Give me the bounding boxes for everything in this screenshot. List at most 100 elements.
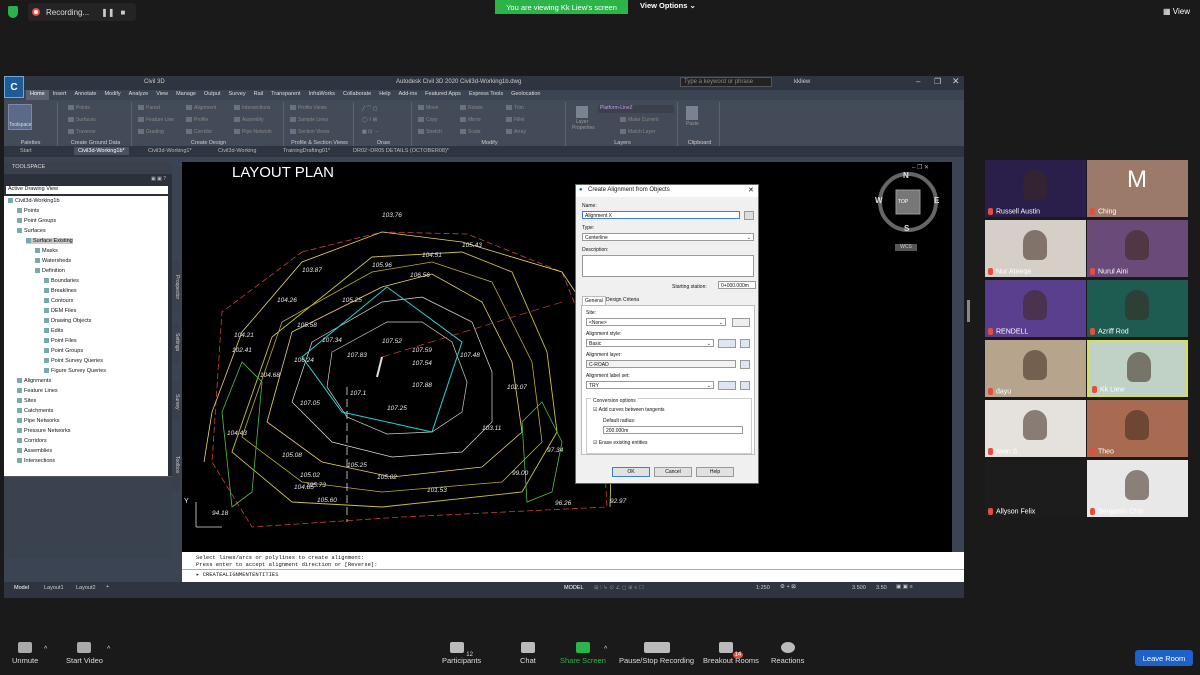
compass-west[interactable]: W [875,196,883,205]
leave-room-button[interactable]: Leave Room [1135,650,1193,666]
user-name[interactable]: kkliew [794,79,810,85]
erase-entities-checkbox[interactable]: ☑ Erase existing entities [593,440,648,446]
tab-general[interactable]: General [582,296,606,305]
surfaces-button[interactable]: Surfaces [68,117,96,123]
scale-button[interactable]: Scale [460,129,481,135]
security-shield-icon[interactable] [8,6,18,18]
ribbon-tab-express-tools[interactable]: Express Tools [465,90,507,100]
tree-item[interactable]: Definition [35,268,65,274]
model-space-toggle[interactable]: MODEL [564,585,584,591]
tab-design-criteria[interactable]: Design Criteria [606,297,639,303]
labelset-edit-icon[interactable] [718,381,736,390]
viewport-controls[interactable]: – ❐ ✕ [912,164,929,171]
arc-tool-icon[interactable]: ◯ ⌇ ⊞ [362,117,377,123]
civil3d-app-logo[interactable]: C [4,76,24,98]
stop-recording-icon[interactable]: ■ [121,8,126,17]
ribbon-tab-add-ins[interactable]: Add-ins [395,90,422,100]
tree-item[interactable]: Civil3d-Working1b [8,198,60,204]
view-button[interactable]: ▦ View [1163,7,1190,16]
breakout-rooms-button[interactable]: 14 Breakout Rooms [703,642,759,665]
mirror-button[interactable]: Mirror [460,117,481,123]
default-radius-input[interactable]: 200.000m [603,426,743,434]
feature-line-button[interactable]: Feature Line [138,117,174,123]
tree-item[interactable]: Points [17,208,39,214]
ribbon-tab-insert[interactable]: Insert [49,90,71,100]
participant-tile[interactable]: M Ching [1087,160,1188,217]
video-options-chevron-icon[interactable]: ^ [107,646,110,653]
hatch-tool-icon[interactable]: ▦ ⊡ ⋯ [362,129,379,135]
dialog-close-icon[interactable]: ✕ [748,186,754,194]
help-button[interactable]: Help [696,467,734,477]
workspace-selector[interactable]: Civil 3D [144,79,165,85]
tree-item[interactable]: Catchments [17,408,53,414]
tree-item[interactable]: Surfaces [17,228,46,234]
participant-tile[interactable]: Nur Ateeqa [985,220,1086,277]
alignment-style-select[interactable]: Basic ⌄ [586,339,714,347]
viewcube-top[interactable]: TOP [898,199,908,205]
toolspace-view-select[interactable]: Active Drawing View [6,186,168,194]
customize-icon[interactable]: ▣ ▣ ≡ [896,584,913,590]
tree-item[interactable]: Watersheds [35,258,71,264]
tree-item[interactable]: Edits [44,328,63,334]
tree-item[interactable]: Sites [17,398,36,404]
paste-button[interactable]: Paste [686,106,699,127]
participant-tile[interactable]: Iwan S. [985,400,1086,457]
tree-item[interactable]: Point Survey Queries [44,358,103,364]
compass-south[interactable]: S [904,224,909,233]
fillet-button[interactable]: Fillet [506,117,525,123]
profile-views-button[interactable]: Profile Views [290,105,327,111]
gear-icon[interactable]: ⚙ + ⊠ [780,584,796,590]
document-tab[interactable]: Civil3d-Working1b* [74,147,129,155]
side-tab-survey[interactable]: Survey [172,382,180,422]
style-pick-icon[interactable] [740,339,750,348]
tree-item[interactable]: Point Groups [44,348,83,354]
tree-item[interactable]: Contours [44,298,73,304]
copy-button[interactable]: Copy [418,117,438,123]
pause-stop-recording-button[interactable]: Pause/Stop Recording [619,642,694,665]
tree-item[interactable]: Intersections [17,458,55,464]
unmute-button[interactable]: Unmute [12,642,38,665]
tree-item[interactable]: Alignments [17,378,51,384]
navigation-toolbar[interactable] [952,162,964,572]
tree-item[interactable]: DEM Files [44,308,76,314]
pause-recording-icon[interactable]: ❚❚ [101,8,114,17]
make-current-button[interactable]: Make Current [620,117,658,123]
tree-item[interactable]: Corridors [17,438,47,444]
corridor-button[interactable]: Corridor [186,129,212,135]
tab-layout2[interactable]: Layout2 [76,585,96,591]
ribbon-tab-output[interactable]: Output [200,90,225,100]
sample-lines-button[interactable]: Sample Lines [290,117,328,123]
tree-item[interactable]: Figure Survey Queries [44,368,106,374]
line-tool-icon[interactable]: ╱ ⌒ ▢ [362,105,378,112]
starting-station-input[interactable]: 0+000.000m [718,281,756,289]
match-layer-button[interactable]: Match Layer [620,129,656,135]
points-button[interactable]: Points [68,105,90,111]
ribbon-tab-home[interactable]: Home [26,90,49,100]
share-screen-button[interactable]: Share Screen [560,642,606,665]
tree-item[interactable]: Pipe Networks [17,418,59,424]
add-layout-icon[interactable]: + [106,584,109,590]
chat-button[interactable]: Chat [520,642,536,665]
ribbon-tab-geolocation[interactable]: Geolocation [507,90,544,100]
participant-tile[interactable]: Theo [1087,400,1188,457]
tree-item[interactable]: Drawing Objects [44,318,91,324]
layer-properties-button[interactable]: Layer Properties [572,106,595,131]
tree-item[interactable]: Breaklines [44,288,77,294]
ribbon-tab-annotate[interactable]: Annotate [70,90,100,100]
description-textarea[interactable] [582,255,754,277]
participant-tile[interactable]: Azriff Rod [1087,280,1188,337]
array-button[interactable]: Array [506,129,526,135]
profile-button[interactable]: Profile [186,117,208,123]
style-edit-icon[interactable] [718,339,736,348]
side-tab-toolbox[interactable]: Toolbox [172,440,180,490]
side-tab-settings[interactable]: Settings [172,322,180,362]
participant-tile[interactable]: Russell Austin [985,160,1086,217]
compass-east[interactable]: E [934,196,939,205]
document-tab[interactable]: Start [16,147,36,155]
site-select[interactable]: <None> ⌄ [586,318,726,326]
tree-item[interactable]: Surface Existing [26,238,73,244]
ribbon-tab-survey[interactable]: Survey [224,90,249,100]
ribbon-tab-view[interactable]: View [152,90,172,100]
ribbon-tab-infraworks[interactable]: InfraWorks [305,90,340,100]
participants-button[interactable]: 12 Participants [442,642,481,665]
